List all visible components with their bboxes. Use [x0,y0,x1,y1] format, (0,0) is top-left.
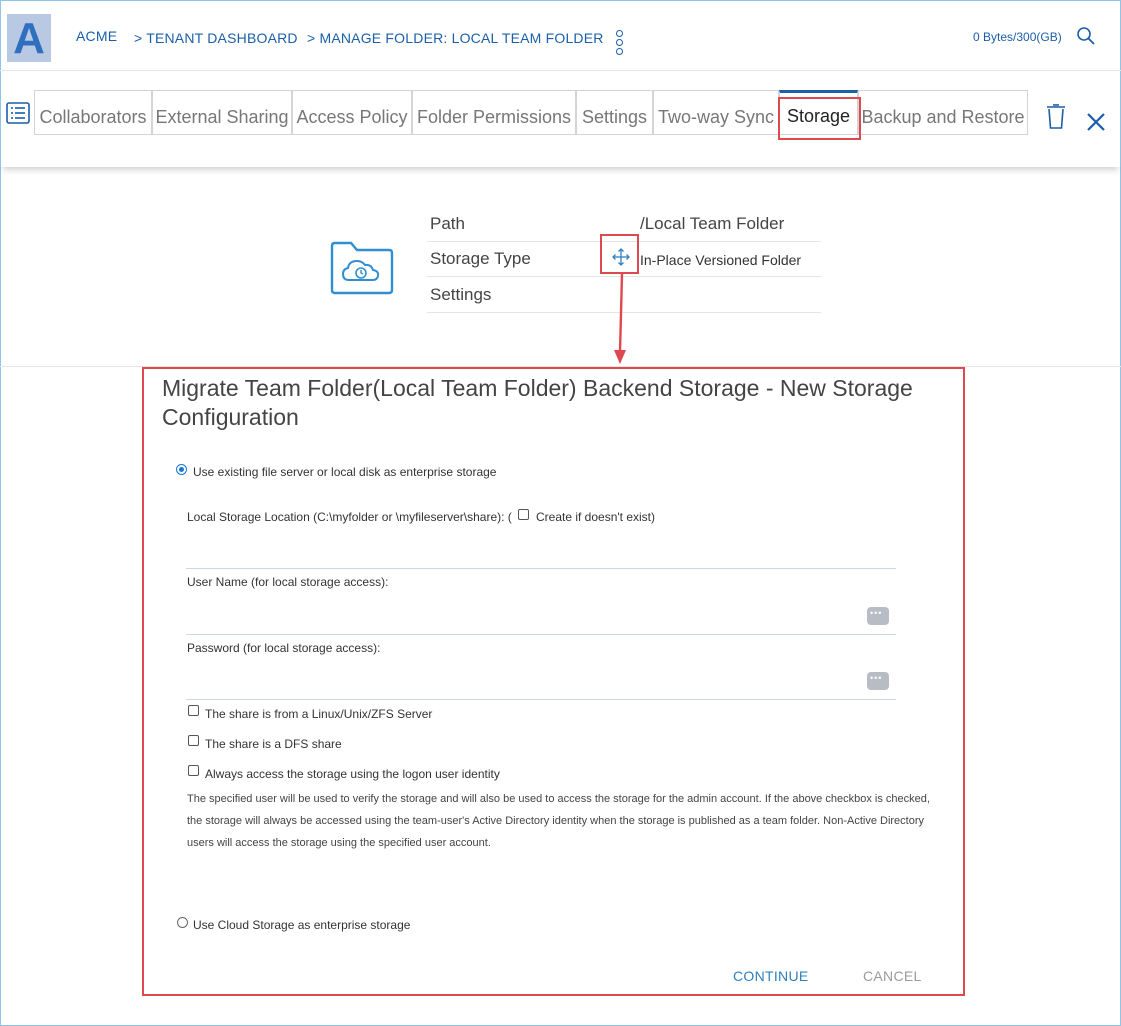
tab-access-policy[interactable]: Access Policy [292,90,412,134]
logon-identity-checkbox[interactable] [188,765,199,776]
search-icon[interactable] [1076,26,1096,46]
create-if-missing-checkbox[interactable] [518,509,529,520]
storage-tab-highlight [778,97,861,140]
dialog-title: Migrate Team Folder(Local Team Folder) B… [162,375,913,430]
close-icon[interactable] [1086,112,1106,132]
tab-external-sharing[interactable]: External Sharing [152,90,292,134]
app-logo: A [7,14,51,63]
password-input[interactable] [186,699,896,700]
radio-cloud-storage-label: Use Cloud Storage as enterprise storage [193,918,411,932]
settings-label: Settings [430,285,492,304]
password-manager-icon[interactable] [867,672,889,690]
tab-settings[interactable]: Settings [576,90,653,134]
more-options-icon[interactable] [616,30,624,57]
callout-arrow [614,274,626,364]
tab-collaborators[interactable]: Collaborators [34,90,152,134]
logon-identity-label: Always access the storage using the logo… [205,767,500,781]
trash-icon[interactable] [1046,104,1066,130]
breadcrumb-manage-folder: > MANAGE FOLDER: LOCAL TEAM FOLDER [307,30,604,46]
list-view-icon[interactable] [6,101,30,125]
username-password-manager-icon[interactable] [867,607,889,625]
username-input[interactable] [186,634,896,635]
username-label: User Name (for local storage access): [187,575,389,589]
dialog-highlight [142,367,965,996]
tab-backup-and-restore[interactable]: Backup and Restore [858,90,1028,134]
storage-access-note: The specified user will be used to verif… [187,793,930,849]
dfs-share-checkbox[interactable] [188,735,199,746]
move-icon-highlight [600,234,639,274]
radio-local-storage-label: Use existing file server or local disk a… [193,465,497,479]
breadcrumb-acme[interactable]: ACME [76,28,117,44]
tab-folder-permissions[interactable]: Folder Permissions [412,90,576,134]
create-if-missing-label: Create if doesn't exist) [536,510,656,524]
continue-button[interactable]: CONTINUE [733,968,809,984]
radio-cloud-storage[interactable] [177,917,188,928]
breadcrumb-tenant-dashboard[interactable]: > TENANT DASHBOARD [134,30,298,46]
dfs-share-label: The share is a DFS share [205,737,342,751]
local-location-input[interactable] [186,568,896,569]
storage-type-label: Storage Type [430,249,531,268]
tab-underline [34,134,1028,135]
linux-share-checkbox[interactable] [188,705,199,716]
storage-type-value: In-Place Versioned Folder [640,252,802,268]
password-label: Password (for local storage access): [187,641,381,655]
radio-local-storage[interactable] [176,464,187,475]
path-value: /Local Team Folder [640,214,785,233]
storage-usage: 0 Bytes/300(GB) [973,30,1062,44]
path-label: Path [430,214,465,233]
tab-two-way-sync[interactable]: Two-way Sync [653,90,779,134]
cloud-folder-icon [330,241,394,295]
local-location-label: Local Storage Location (C:\myfolder or \… [187,510,512,524]
linux-share-label: The share is from a Linux/Unix/ZFS Serve… [205,707,433,721]
cancel-button[interactable]: CANCEL [863,968,922,984]
